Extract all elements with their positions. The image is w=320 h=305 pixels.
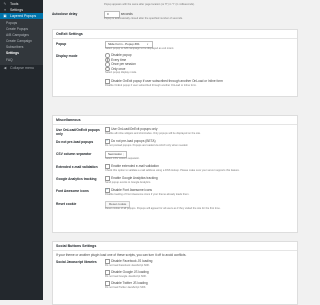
display-mode-description: Select popup display mode. <box>105 71 137 75</box>
fa-description: Disable loading of Font Awesome icons if… <box>105 193 190 196</box>
onexit-settings-title: OnExit Settings <box>53 30 297 39</box>
checkbox <box>105 270 110 275</box>
radio-disable <box>105 53 110 58</box>
email-validation-description: Check this option to validate e-mail add… <box>105 169 240 172</box>
social-intro: If your theme or another plugin load one… <box>56 253 187 257</box>
sidebar-item-label: Settings <box>10 7 23 12</box>
option-label: Once per session <box>111 62 136 67</box>
checkbox <box>105 281 110 286</box>
misc-label-fa: Font Awesome icons <box>56 189 89 193</box>
option-label: Every time <box>111 57 127 62</box>
ga-description: Send popup events to Google Analytics. <box>105 181 151 184</box>
onload-only-checkbox[interactable]: Use OnLoad/OnExit popups only <box>105 127 158 132</box>
disable-twitter-checkbox[interactable]: Disable Twitter JS loading <box>105 281 152 286</box>
misc-label-ga: Google Analytics tracking <box>56 177 97 181</box>
checkbox <box>105 259 110 264</box>
misc-label-email: Extended e-mail validation <box>56 165 98 169</box>
onexit-settings-panel: OnExit Settings Popup Slide Form - Popup… <box>52 29 298 97</box>
popup-delay-description: Popup appears with the same after page l… <box>104 3 195 6</box>
popups-icon: ▣ <box>3 13 7 18</box>
facebook-description: Do not load Facebook JavaScript SDK. <box>105 263 150 267</box>
font-awesome-checkbox[interactable]: Disable Font Awesome icons <box>105 188 152 193</box>
email-validation-checkbox[interactable]: Enable extended e-mail validation <box>105 164 159 169</box>
google-description: Do not load Google JavaScript SDK. <box>105 274 147 278</box>
settings-content: Popup appears with the same after page l… <box>52 0 298 305</box>
disable-onexit-description: Disable OnExit popup if user subscribed … <box>105 84 197 87</box>
collapse-icon: ◀ <box>3 65 7 70</box>
collapse-label: Collapse menu <box>10 65 34 70</box>
miscellaneous-title: Miscellaneous <box>53 116 297 125</box>
sidebar-item-label: Layered Popups <box>10 13 37 18</box>
checkbox-label: Disable Google JS loading <box>111 270 149 275</box>
checkbox <box>105 176 110 181</box>
checkbox <box>105 188 110 193</box>
autoclose-description: Popup is automatically closed after the … <box>104 17 183 20</box>
twitter-description: Do not load Twitter JavaScript SDK. <box>105 285 147 289</box>
checkbox-label: Use OnLoad/OnExit popups only <box>111 127 158 132</box>
onload-only-description: Disable all inline widgets and shortcode… <box>105 132 201 135</box>
social-buttons-panel: Social Buttons Settings If your theme or… <box>52 241 298 305</box>
checkbox-label: Disable OnExit popup if user subscribed … <box>111 79 223 84</box>
admin-sidebar: ✎ Tools ≡ Settings ▣ Layered Popups Popups … <box>0 0 43 300</box>
checkbox-label: Do not pre-load popups (BETA) <box>111 139 156 144</box>
autoclose-label: Autoclose delay <box>52 12 78 16</box>
submenu-faq[interactable]: FAQ <box>0 57 43 63</box>
sidebar-submenu: Popups Create Popups A/B Campaigns Creat… <box>0 18 43 65</box>
disable-onexit-checkbox[interactable]: Disable OnExit popup if user subscribed … <box>105 79 223 84</box>
wrench-icon: ✎ <box>3 1 7 6</box>
sidebar-item-label: Tools <box>10 1 19 6</box>
checkbox <box>105 127 110 132</box>
reset-cookie-description: Reset cookie of all popups. Popups will … <box>105 207 221 210</box>
misc-label-preload: Do not pre-load popups <box>56 140 94 144</box>
disable-google-checkbox[interactable]: Disable Google JS loading <box>105 270 152 275</box>
misc-label-csv: CSV column separator <box>56 152 92 156</box>
miscellaneous-panel: Miscellaneous Use OnLoad/OnExit popups o… <box>52 115 298 233</box>
preload-checkbox[interactable]: Do not pre-load popups (BETA) <box>105 139 156 144</box>
misc-label-reset: Reset cookie <box>56 202 77 206</box>
checkbox-label: Enable Google Analytics tracking <box>111 176 158 181</box>
collapse-menu-button[interactable]: ◀ Collapse menu <box>0 65 43 71</box>
misc-label-onload-only: Use OnLoad/OnExit popups only <box>56 128 100 136</box>
checkbox <box>105 139 110 144</box>
sliders-icon: ≡ <box>3 7 7 12</box>
social-js-label: Social Javascript libraries <box>56 260 97 264</box>
popup-description: Select popup or A/B campaign to be displ… <box>105 47 175 50</box>
preload-description: Do not preload popups. Popups are loaded… <box>105 144 189 147</box>
checkbox-label: Enable extended e-mail validation <box>111 164 159 169</box>
checkbox-label: Disable Font Awesome icons <box>111 188 152 193</box>
ga-tracking-checkbox[interactable]: Enable Google Analytics tracking <box>105 176 158 181</box>
checkbox-label: Disable Facebook JS loading <box>111 259 153 264</box>
option-label: Disable popup <box>111 53 132 58</box>
social-buttons-title: Social Buttons Settings <box>53 242 297 251</box>
checkbox <box>105 79 110 84</box>
csv-description: Select CSV column separator. <box>105 157 140 160</box>
autoclose-unit: seconds <box>120 12 133 16</box>
display-mode-label: Display mode <box>56 54 78 58</box>
checkbox-label: Disable Twitter JS loading <box>111 281 148 286</box>
checkbox <box>105 164 110 169</box>
popup-label: Popup <box>56 42 67 46</box>
disable-facebook-checkbox[interactable]: Disable Facebook JS loading <box>105 259 152 264</box>
